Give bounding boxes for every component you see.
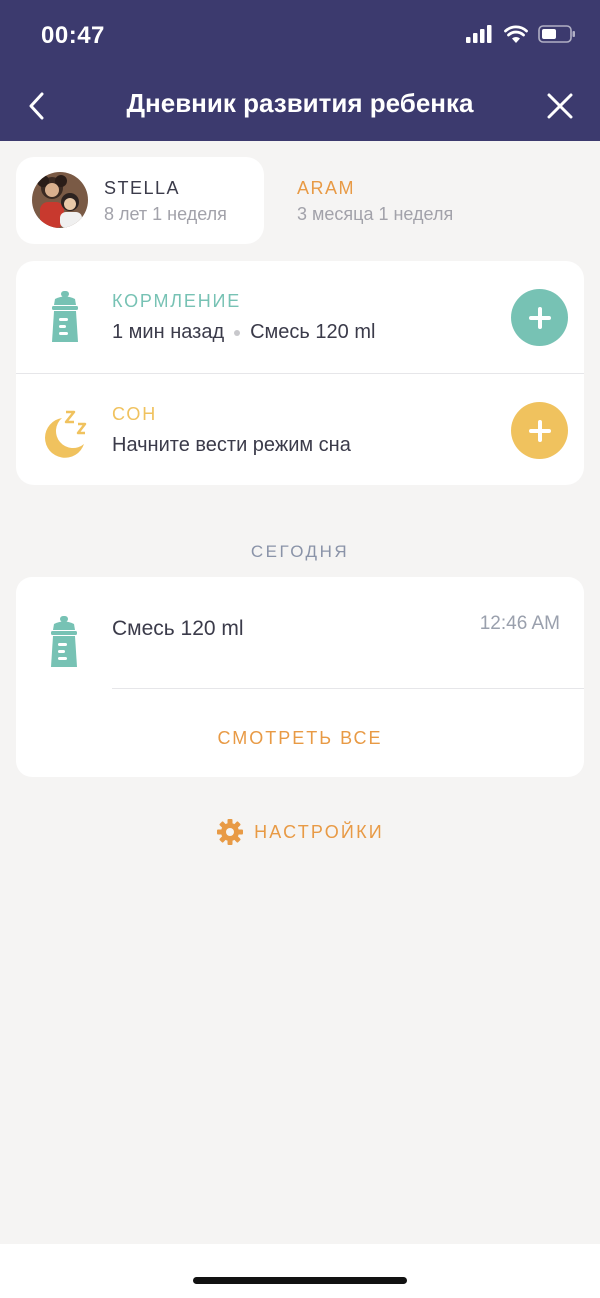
battery-icon (538, 25, 575, 43)
settings-label: НАСТРОЙКИ (254, 821, 384, 842)
feeding-summary: 1 мин назад Смесь 120 ml (112, 321, 375, 344)
profile-tab-aram[interactable]: ARAM (297, 178, 355, 199)
settings-button[interactable]: НАСТРОЙКИ (0, 818, 600, 846)
profile-tab-stella[interactable]: STELLA 8 лет 1 неделя (16, 157, 264, 244)
sleep-label: СОН (112, 404, 158, 424)
entry-time: 12:46 AM (479, 613, 560, 634)
bottle-icon (51, 616, 77, 667)
bottom-bar (0, 1244, 600, 1298)
gear-icon (217, 819, 244, 845)
profile-age-aram: 3 месяца 1 неделя (297, 204, 454, 224)
page-title: Дневник развития ребенка (126, 88, 474, 118)
home-indicator[interactable] (193, 1277, 407, 1284)
tracker-card: КОРМЛЕНИЕ 1 мин назад Смесь 120 ml СОН Н… (16, 261, 584, 485)
status-time: 00:47 (41, 22, 105, 49)
add-sleep-button[interactable] (511, 402, 568, 459)
profile-age: 8 лет 1 неделя (104, 204, 227, 224)
feeding-label: КОРМЛЕНИЕ (112, 291, 242, 311)
close-button[interactable] (542, 84, 578, 128)
see-all-button[interactable]: СМОТРЕТЬ ВСЕ (16, 728, 584, 749)
bottle-icon (52, 291, 78, 342)
feeding-detail: Смесь 120 ml (250, 321, 376, 343)
close-icon (547, 93, 573, 119)
separator-dot (234, 329, 241, 336)
feeding-time-ago: 1 мин назад (112, 321, 225, 343)
section-title-today: СЕГОДНЯ (250, 542, 350, 561)
status-icons (466, 24, 576, 44)
sleep-detail: Начните вести режим сна (112, 434, 351, 456)
profile-name: STELLA (104, 178, 181, 198)
sleep-tracker[interactable]: СОН Начните вести режим сна (16, 374, 584, 486)
plus-icon (528, 306, 551, 329)
signal-icon (466, 25, 492, 43)
entry-title: Смесь 120 ml (112, 617, 244, 640)
moon-sleep-icon (44, 410, 87, 458)
divider (112, 688, 584, 689)
plus-icon (528, 419, 551, 442)
add-feeding-button[interactable] (511, 289, 568, 346)
avatar (32, 172, 88, 228)
feeding-tracker[interactable]: КОРМЛЕНИЕ 1 мин назад Смесь 120 ml (16, 261, 584, 373)
today-log-card: Смесь 120 ml 12:46 AM СМОТРЕТЬ ВСЕ (16, 577, 584, 777)
app-header: 00:47 Дневник развития ребенка (0, 0, 600, 141)
wifi-icon (504, 25, 528, 43)
